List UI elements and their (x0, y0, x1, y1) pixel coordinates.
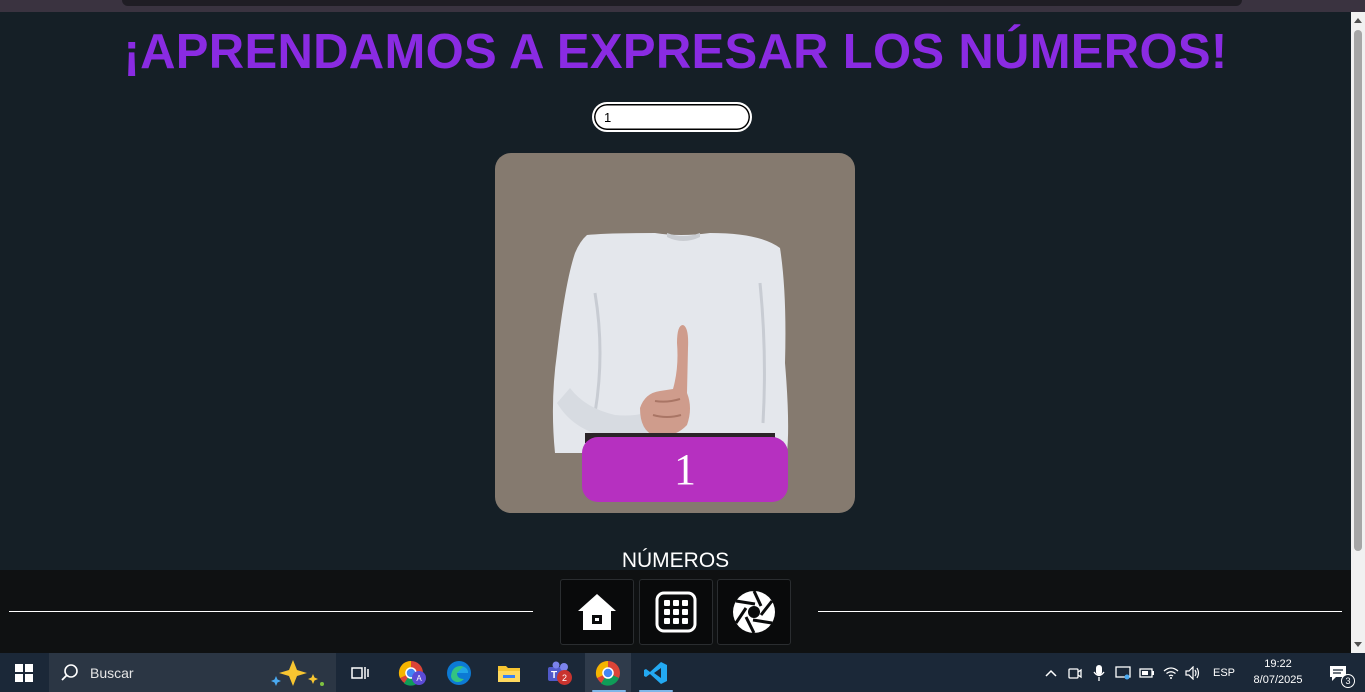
copilot-sparkle-icon (271, 660, 324, 686)
home-button[interactable] (560, 579, 634, 645)
tray-language[interactable]: ESP (1208, 653, 1240, 692)
camera-button[interactable] (717, 579, 791, 645)
start-button[interactable] (0, 653, 48, 692)
tray-camera[interactable] (1065, 653, 1085, 692)
scroll-down-arrow-icon[interactable] (1354, 642, 1362, 647)
wifi-icon (1163, 666, 1179, 679)
windows-taskbar: Buscar A T 2 ESP 19:22 8/07/2025 3 (0, 653, 1365, 692)
divider-right (818, 611, 1342, 612)
tray-wifi[interactable] (1161, 653, 1181, 692)
page-title: ¡APRENDAMOS A EXPRESAR LOS NÚMEROS! (123, 25, 1228, 79)
page-scrollbar[interactable] (1351, 12, 1365, 653)
taskbar-search[interactable]: Buscar (49, 653, 336, 692)
screen-share-icon (1115, 665, 1131, 679)
divider-left (9, 611, 533, 612)
clock-time: 19:22 (1264, 658, 1292, 670)
taskbar-chrome-active[interactable] (585, 653, 631, 692)
number-input[interactable] (592, 102, 752, 132)
page-content: ¡APRENDAMOS A EXPRESAR LOS NÚMEROS! 1 NÚ… (0, 12, 1351, 653)
grid-icon (655, 591, 697, 633)
tray-battery[interactable] (1137, 653, 1157, 692)
speaker-icon (1185, 665, 1200, 680)
taskbar-clock[interactable]: 19:22 8/07/2025 (1246, 656, 1310, 688)
edge-icon (447, 660, 471, 685)
task-view-button[interactable] (342, 653, 378, 692)
number-label-badge: 1 (582, 437, 788, 502)
browser-tab-strip (122, 0, 1242, 6)
search-placeholder: Buscar (90, 664, 134, 681)
chrome-icon (595, 660, 620, 686)
windows-logo-icon (15, 663, 33, 682)
notification-center-button[interactable]: 3 (1318, 653, 1358, 692)
chevron-up-icon (1045, 669, 1057, 677)
search-icon (61, 663, 78, 681)
browser-top-strip (0, 0, 1365, 12)
taskbar-edge[interactable] (438, 653, 480, 692)
chrome-profile-badge: A (412, 671, 426, 685)
microphone-icon (1093, 664, 1105, 681)
notification-count-badge: 3 (1341, 674, 1355, 688)
tray-microphone[interactable] (1089, 653, 1109, 692)
battery-icon (1139, 667, 1154, 678)
taskbar-teams[interactable]: T 2 (536, 653, 578, 692)
sign-image-card: 1 (495, 153, 855, 513)
language-indicator: ESP (1212, 666, 1235, 679)
tray-volume[interactable] (1183, 653, 1203, 692)
camera-aperture-icon (733, 590, 775, 634)
scrollbar-thumb[interactable] (1354, 30, 1362, 551)
scroll-up-arrow-icon[interactable] (1354, 18, 1362, 23)
camera-icon (1068, 667, 1082, 679)
tray-screen[interactable] (1113, 653, 1133, 692)
taskbar-chrome-profile[interactable]: A (390, 653, 432, 692)
vscode-icon (644, 661, 667, 684)
clock-date: 8/07/2025 (1253, 674, 1303, 686)
task-view-icon (351, 666, 369, 679)
home-icon (578, 594, 616, 630)
taskbar-file-explorer[interactable] (488, 653, 530, 692)
bottom-nav-bar (0, 570, 1351, 653)
numbers-grid-button[interactable] (639, 579, 713, 645)
tray-overflow-button[interactable] (1041, 653, 1061, 692)
folder-icon (498, 665, 520, 682)
taskbar-vscode[interactable] (635, 653, 677, 692)
teams-badge: 2 (557, 670, 572, 685)
